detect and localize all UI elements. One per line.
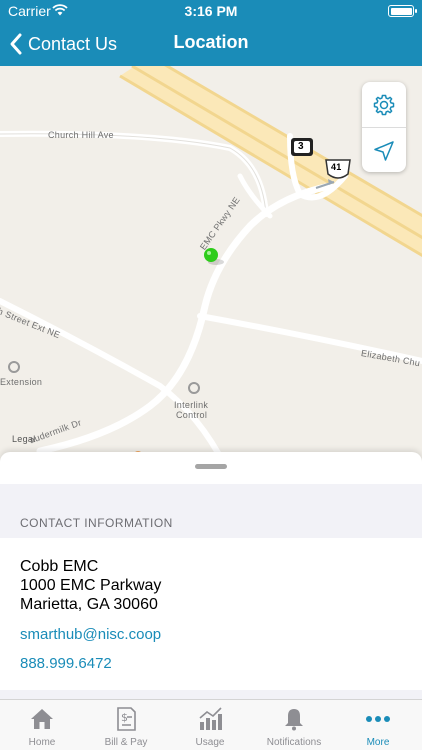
map-label-interlink: Interlink [174,400,209,410]
back-button-label: Contact Us [28,33,118,54]
bell-icon [285,709,303,731]
chevron-left-icon [10,33,22,55]
map-controls [362,82,406,172]
tab-label: Notifications [266,737,322,748]
map-roads [0,66,422,466]
svg-text:$: $ [121,711,128,724]
tab-home[interactable]: Home [0,700,84,750]
tab-label: Usage [195,737,225,748]
contact-city: Marietta, GA 30060 [20,596,158,613]
more-dots-icon [366,716,390,722]
phone-link[interactable]: 888.999.6472 [20,655,112,672]
sheet-grabber[interactable] [195,464,227,469]
status-time: 3:16 PM [184,3,238,19]
tab-label: More [366,737,390,748]
map-locate-button[interactable] [362,128,406,173]
battery-icon [388,5,417,17]
contact-sheet: CONTACT INFORMATION Cobb EMC 1000 EMC Pa… [0,452,422,699]
map-legal-link[interactable]: Legal [12,434,36,444]
map-label-control: Control [176,410,208,420]
bill-icon: $ [117,707,136,731]
map-view[interactable]: Church Hill Ave EMC Pkwy NE h Street Ext… [0,66,422,466]
contact-street: 1000 EMC Parkway [20,577,162,594]
gear-icon [373,94,395,115]
map-label-church-hill: Church Hill Ave [48,130,114,140]
sheet-footer-band [0,690,422,699]
tab-usage[interactable]: Usage [168,700,252,750]
location-arrow-icon [374,140,394,161]
tab-label: Home [28,737,56,748]
status-bar: Carrier 3:16 PM [0,0,422,22]
nav-header: Carrier 3:16 PM Contact Us Location [0,0,422,66]
contact-name: Cobb EMC [20,558,99,575]
back-button[interactable]: Contact Us [8,30,117,58]
email-link[interactable]: smarthub@nisc.coop [20,626,161,643]
home-icon [31,709,53,729]
route-3-label: 3 [298,141,304,152]
tab-bill-pay[interactable]: $ Bill & Pay [84,700,168,750]
section-header: CONTACT INFORMATION [20,516,173,530]
route-41-label: 41 [331,162,342,172]
map-settings-button[interactable] [362,82,406,127]
tab-label: Bill & Pay [104,737,148,748]
tab-more[interactable]: More [336,700,420,750]
map-label-extension: Extension [0,377,43,387]
usage-chart-icon [199,707,222,730]
tab-notifications[interactable]: Notifications [252,700,336,750]
tab-bar: Home $ Bill & Pay Usage Notifications Mo… [0,699,422,750]
